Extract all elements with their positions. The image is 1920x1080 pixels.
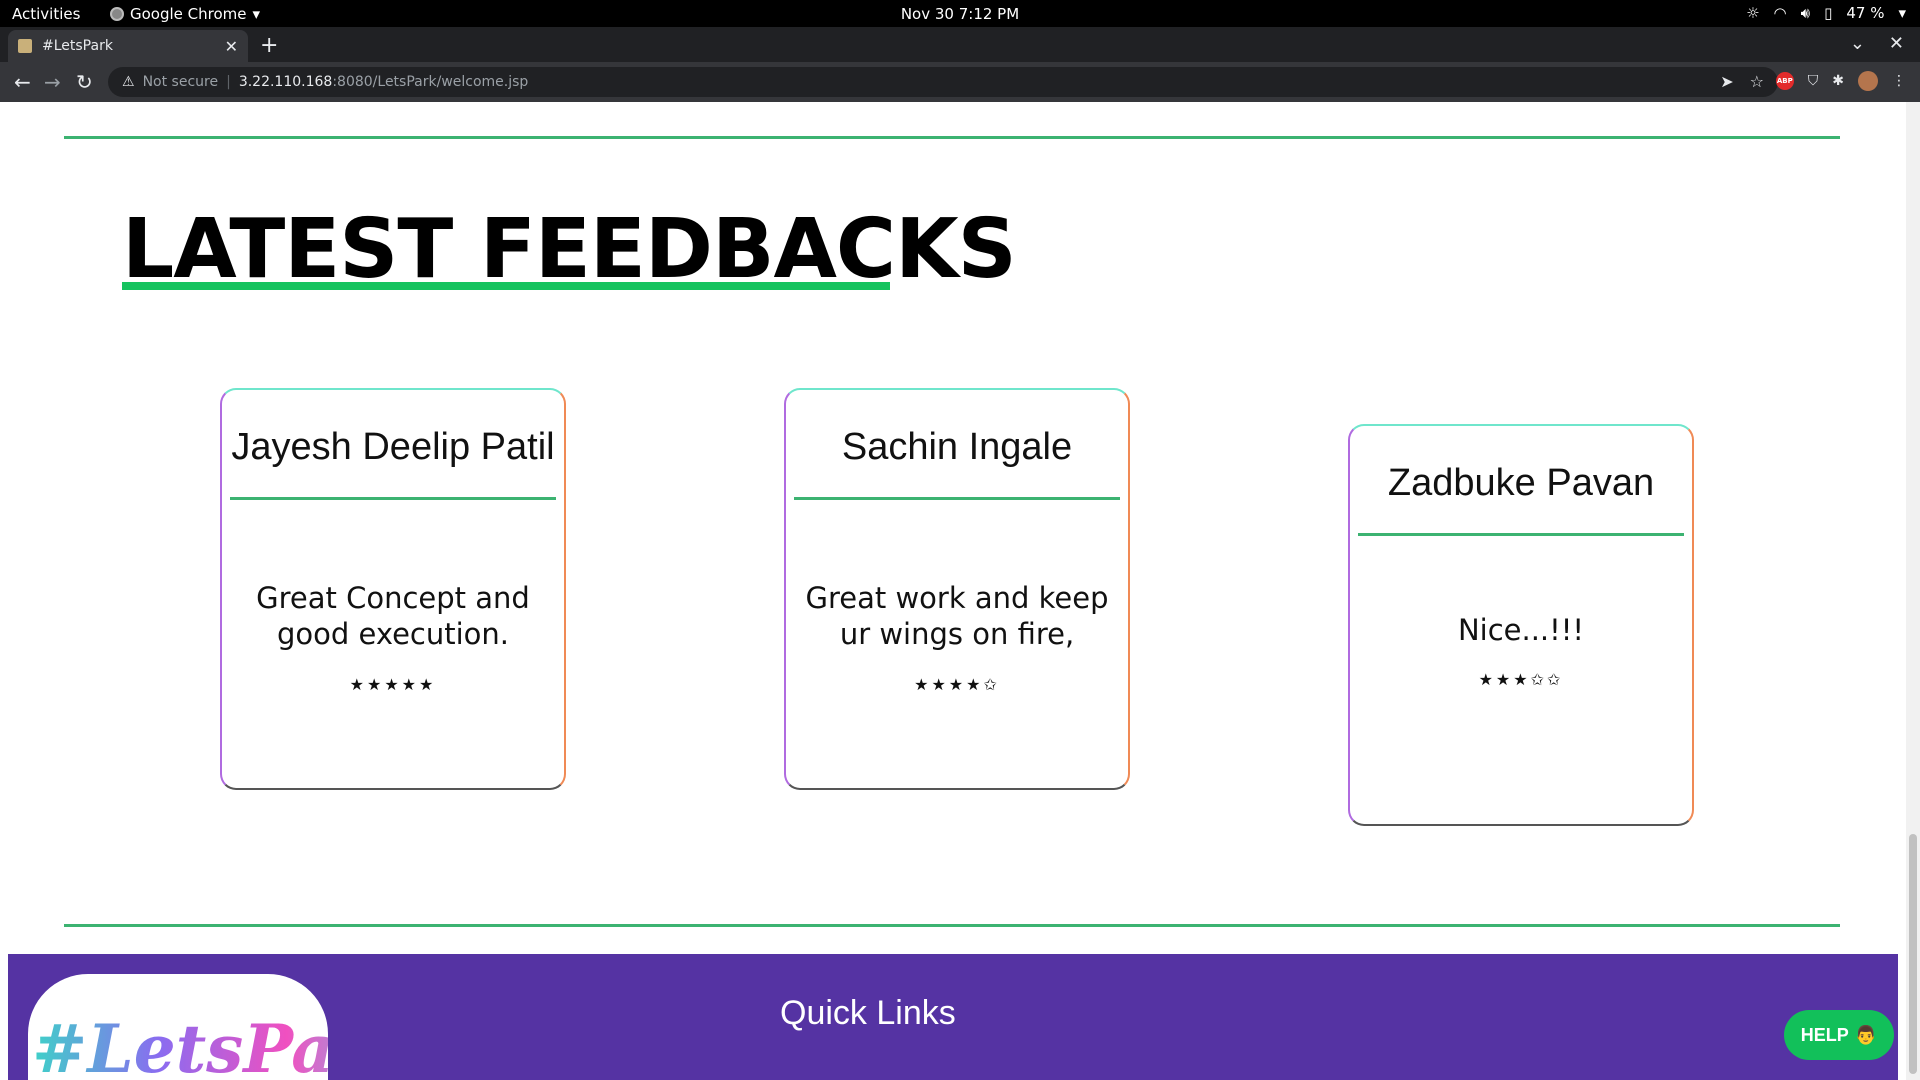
battery-level: 47 % — [1846, 4, 1885, 22]
new-tab-button[interactable]: + — [260, 33, 278, 58]
close-icon[interactable]: ✕ — [225, 37, 238, 56]
app-menu[interactable]: Google Chrome ▾ — [110, 5, 260, 23]
system-tray[interactable]: ☼ ◠ 🔊︎ ▯ 47 % ▾ — [1746, 4, 1906, 22]
footer: #LetsPark Quick Links — [8, 954, 1898, 1080]
card-divider — [794, 497, 1120, 500]
send-icon[interactable]: ➤ — [1720, 72, 1733, 91]
card-divider — [230, 497, 556, 500]
tab-strip: #LetsPark ✕ + ⌄ ✕ — [0, 27, 1920, 62]
page-content: LATEST FEEDBACKS Jayesh Deelip Patil Gre… — [0, 102, 1906, 1080]
feedback-name: Jayesh Deelip Patil — [231, 426, 555, 468]
volume-icon: 🔊︎ — [1800, 4, 1811, 22]
quick-links-heading: Quick Links — [780, 994, 956, 1032]
forward-arrow-icon[interactable]: → — [44, 70, 61, 94]
star-rating: ★★★✩✩ — [1478, 670, 1564, 690]
puzzle-icon[interactable]: ✱ — [1832, 73, 1844, 89]
card-divider — [1358, 533, 1684, 536]
top-divider — [64, 136, 1840, 139]
site-logo[interactable]: #LetsPark — [28, 974, 328, 1080]
back-arrow-icon[interactable]: ← — [14, 70, 31, 94]
feedback-message: Great Concept and good execution. — [256, 581, 530, 652]
feedback-name: Zadbuke Pavan — [1387, 462, 1655, 504]
not-secure-label: Not secure — [142, 74, 219, 90]
clock[interactable]: Nov 30 7:12 PM — [0, 5, 1920, 23]
page-scrollbar[interactable] — [1906, 102, 1920, 1080]
feedback-message: Great work and keep ur wings on fire, — [805, 581, 1109, 652]
avatar[interactable] — [1858, 71, 1878, 91]
shield-icon[interactable]: ⛉ — [1808, 73, 1819, 89]
scrollbar-thumb[interactable] — [1909, 834, 1917, 1074]
tab-search-icon[interactable]: ⌄ — [1850, 33, 1865, 54]
favicon-icon — [18, 39, 32, 53]
app-name: Google Chrome — [130, 5, 247, 23]
feedback-card: Zadbuke Pavan Nice...!!! ★★★✩✩ — [1348, 424, 1694, 826]
window-close-icon[interactable]: ✕ — [1889, 33, 1904, 54]
logo-text: #LetsPark — [32, 1010, 328, 1080]
help-label: HELP — [1800, 1024, 1849, 1045]
reload-icon[interactable]: ↻ — [76, 70, 93, 94]
kebab-menu-icon[interactable]: ⋮ — [1892, 73, 1906, 89]
address-bar[interactable]: ⚠ Not secure | 3.22.110.168 :8080/LetsPa… — [108, 67, 1778, 97]
adblock-icon[interactable]: ABP — [1775, 72, 1794, 90]
url-host: 3.22.110.168 — [238, 74, 333, 90]
wifi-icon: ◠ — [1773, 4, 1787, 22]
os-top-bar: Activities Google Chrome ▾ Nov 30 7:12 P… — [0, 0, 1920, 27]
browser-toolbar: ← → ↻ ⚠ Not secure | 3.22.110.168 :8080/… — [0, 62, 1920, 102]
bottom-divider — [64, 924, 1840, 927]
battery-icon: ▯ — [1824, 4, 1833, 22]
chevron-down-icon: ▾ — [252, 5, 261, 23]
warning-icon: ⚠ — [122, 74, 135, 90]
tab-letspark[interactable]: #LetsPark ✕ — [8, 30, 248, 62]
help-emoji-icon: 👨 — [1854, 1024, 1878, 1045]
star-rating: ★★★★✩ — [914, 674, 1000, 694]
star-rating: ★★★★★ — [349, 674, 437, 694]
feedback-name: Sachin Ingale — [841, 426, 1073, 468]
url-path: :8080/LetsPark/welcome.jsp — [332, 74, 529, 90]
url-separator: | — [226, 74, 231, 90]
star-icon[interactable]: ☆ — [1750, 72, 1764, 91]
chevron-down-icon: ▾ — [1898, 4, 1906, 22]
feedback-card: Sachin Ingale Great work and keep ur win… — [784, 388, 1130, 790]
activities-button[interactable]: Activities — [12, 5, 80, 23]
feedback-message: Nice...!!! — [1457, 613, 1585, 647]
chrome-icon — [110, 7, 124, 21]
help-button[interactable]: HELP 👨 — [1784, 1010, 1894, 1060]
brightness-icon: ☼ — [1746, 4, 1760, 22]
tab-title: #LetsPark — [42, 38, 113, 54]
title-underline — [122, 282, 890, 290]
feedback-card: Jayesh Deelip Patil Great Concept and go… — [220, 388, 566, 790]
